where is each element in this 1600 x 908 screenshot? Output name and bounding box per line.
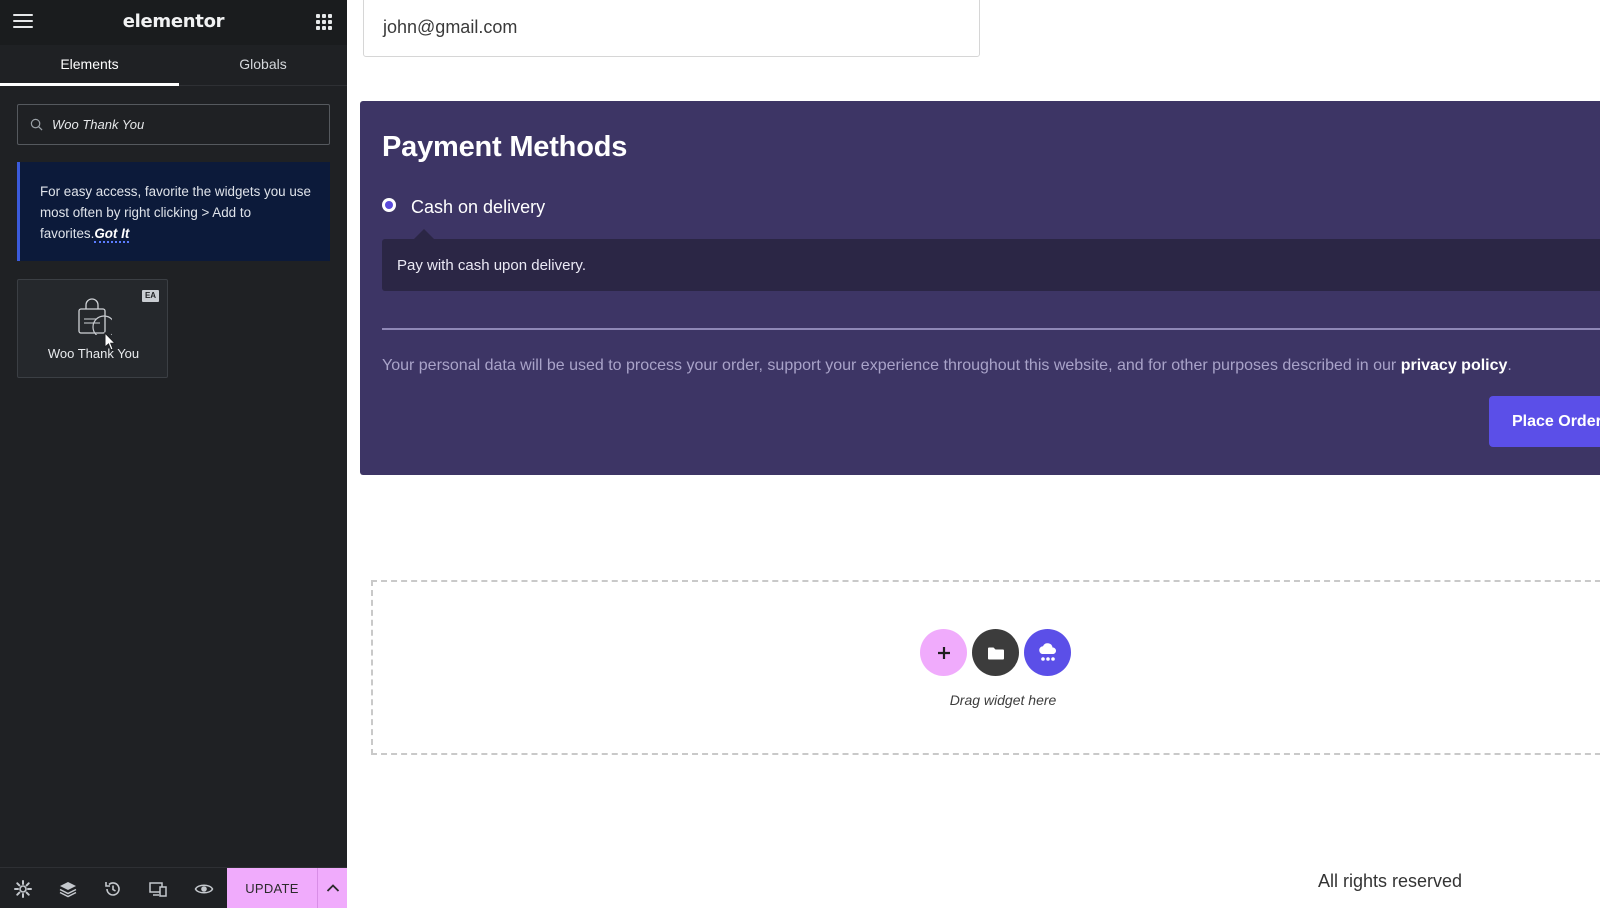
dropzone-text: Drag widget here [949, 692, 1057, 708]
widget-search [17, 104, 330, 145]
chevron-up-icon [326, 884, 340, 892]
payment-description-box: Pay with cash upon delivery. [382, 229, 1600, 291]
cod-radio[interactable] [382, 198, 396, 212]
ai-templates-button[interactable] [1024, 629, 1071, 676]
panel-footer: UPDATE [0, 867, 347, 908]
got-it-link[interactable]: Got It [94, 226, 130, 243]
history-icon[interactable] [103, 879, 123, 899]
widget-label: Woo Thank You [47, 346, 140, 361]
email-field[interactable]: john@gmail.com [363, 0, 980, 57]
privacy-end: . [1507, 357, 1512, 374]
widgets-grid-icon[interactable] [316, 14, 332, 30]
preview-canvas: john@gmail.com Payment Methods Cash on d… [347, 0, 1600, 908]
footer-copyright: All rights reserved [1318, 871, 1463, 891]
notice-text: For easy access, favorite the widgets yo… [40, 184, 311, 241]
settings-gear-icon[interactable] [13, 879, 33, 899]
responsive-mode-icon[interactable] [148, 879, 168, 899]
add-section-button[interactable] [920, 629, 967, 676]
search-icon [30, 118, 43, 131]
plus-icon [937, 646, 950, 659]
folder-icon [987, 647, 1004, 659]
widget-woo-thank-you[interactable]: EA Woo Thank You [17, 279, 168, 378]
panel-header: elementor [0, 0, 347, 45]
privacy-text: Your personal data will be used to proce… [382, 357, 1401, 374]
add-template-button[interactable] [972, 629, 1019, 676]
app-root: elementor Elements Globals For easy acce… [0, 0, 1600, 908]
search-input[interactable] [52, 105, 322, 144]
shopping-bag-icon [78, 298, 112, 335]
payment-description: Pay with cash upon delivery. [397, 257, 586, 274]
brand-logo: elementor [122, 11, 225, 32]
preview-eye-icon[interactable] [194, 879, 214, 899]
tab-elements[interactable]: Elements [0, 45, 179, 86]
pointer-cursor-icon [104, 332, 117, 351]
elementor-panel: elementor Elements Globals For easy acce… [0, 0, 347, 908]
panel-tabs: Elements Globals [0, 45, 347, 86]
payment-title: Payment Methods [382, 131, 628, 163]
payment-methods-section: Payment Methods Cash on delivery Pay wit… [360, 101, 1600, 475]
layers-icon[interactable] [58, 879, 78, 899]
place-order-button[interactable]: Place Order [1489, 396, 1600, 447]
cod-label[interactable]: Cash on delivery [411, 197, 545, 218]
publish-options-button[interactable] [317, 868, 347, 908]
favorites-notice: For easy access, favorite the widgets yo… [17, 162, 330, 261]
update-button[interactable]: UPDATE [227, 868, 317, 908]
section-divider [382, 328, 1600, 330]
widget-dropzone[interactable]: Drag widget here [371, 580, 1600, 755]
tab-globals[interactable]: Globals [179, 45, 347, 86]
ea-badge: EA [142, 290, 159, 302]
privacy-policy-link[interactable]: privacy policy [1401, 357, 1508, 374]
cloud-ai-icon [1038, 642, 1056, 661]
privacy-notice: Your personal data will be used to proce… [382, 357, 1512, 375]
